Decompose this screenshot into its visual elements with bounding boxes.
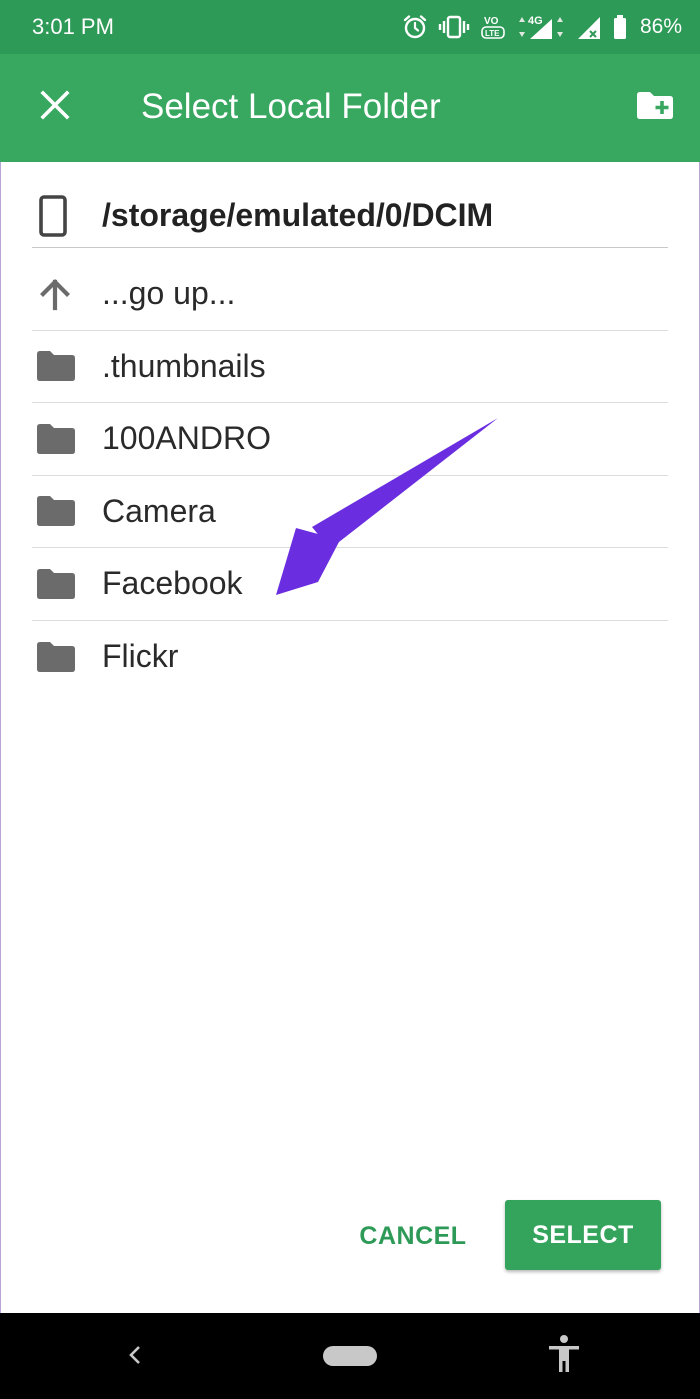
svg-text:VO: VO xyxy=(484,16,499,27)
folder-item-facebook[interactable]: Facebook xyxy=(32,548,668,621)
4g-signal-icon: 4G xyxy=(516,13,566,41)
signal-icon xyxy=(576,13,602,41)
arrow-up-icon xyxy=(32,258,102,330)
list-item-label: 100ANDRO xyxy=(102,420,271,457)
folder-item-flickr[interactable]: Flickr xyxy=(32,621,668,694)
close-button[interactable] xyxy=(30,82,80,132)
back-icon xyxy=(127,1344,143,1371)
accessibility-icon xyxy=(547,1334,581,1379)
close-icon xyxy=(40,89,70,125)
current-path: /storage/emulated/0/DCIM xyxy=(32,184,668,248)
folder-item-thumbnails[interactable]: .thumbnails xyxy=(32,331,668,403)
folder-icon xyxy=(32,476,102,548)
frame-edge-left xyxy=(0,162,1,1313)
vibrate-icon xyxy=(438,14,470,40)
list-item-label: Camera xyxy=(102,492,216,529)
go-up-item[interactable]: ...go up... xyxy=(32,258,668,331)
status-bar: 3:01 PM VO LTE 4G 86% xyxy=(0,0,700,54)
path-text: /storage/emulated/0/DCIM xyxy=(102,197,494,233)
svg-text:LTE: LTE xyxy=(485,29,500,38)
list-item-label: Flickr xyxy=(102,638,179,675)
status-icons: VO LTE 4G 86% xyxy=(402,10,682,44)
svg-text:4G: 4G xyxy=(528,15,543,27)
volte-icon: VO LTE xyxy=(480,13,506,41)
home-pill[interactable] xyxy=(323,1346,377,1366)
back-button[interactable] xyxy=(118,1340,152,1374)
create-folder-button[interactable] xyxy=(630,82,680,132)
folder-icon xyxy=(32,331,102,403)
battery-icon xyxy=(612,13,628,41)
phone-icon xyxy=(32,184,102,248)
folder-icon xyxy=(32,548,102,620)
alarm-icon xyxy=(402,14,428,40)
status-time: 3:01 PM xyxy=(32,14,114,39)
select-button[interactable]: SELECT xyxy=(505,1200,661,1270)
folder-icon xyxy=(32,621,102,694)
folder-icon xyxy=(32,403,102,475)
create-folder-icon xyxy=(635,89,675,126)
page-title: Select Local Folder xyxy=(141,87,441,126)
list-item-label: ...go up... xyxy=(102,275,236,312)
folder-item-camera[interactable]: Camera xyxy=(32,476,668,548)
navigation-bar xyxy=(0,1313,700,1399)
accessibility-button[interactable] xyxy=(546,1334,582,1379)
battery-percent: 86% xyxy=(639,15,682,38)
cancel-button[interactable]: CANCEL xyxy=(348,1204,478,1268)
list-item-label: Facebook xyxy=(102,565,243,602)
app-bar: Select Local Folder xyxy=(0,54,700,162)
list-item-label: .thumbnails xyxy=(102,347,266,384)
folder-list: ...go up... .thumbnails 100ANDRO Camera … xyxy=(32,258,668,693)
folder-item-100andro[interactable]: 100ANDRO xyxy=(32,403,668,476)
